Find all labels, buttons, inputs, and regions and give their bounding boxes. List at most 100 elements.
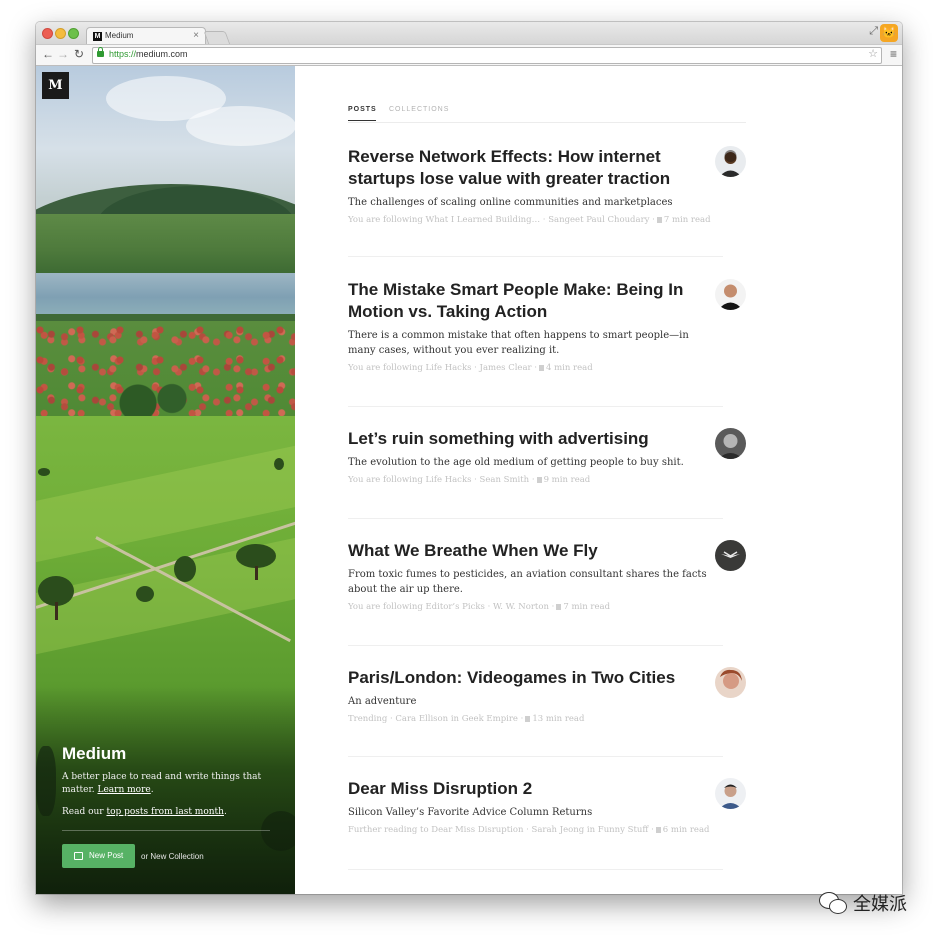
post-divider: [348, 756, 723, 757]
author-avatar[interactable]: [715, 428, 746, 459]
bookmark-icon: [556, 604, 562, 610]
watermark: 全媒派: [819, 891, 907, 915]
medium-favicon-icon: M: [93, 32, 102, 41]
post-item[interactable]: What We Breathe When We Fly From toxic f…: [348, 540, 746, 612]
sidebar-divider: [62, 830, 270, 831]
main-feed: POSTS COLLECTIONS Reverse Network Effect…: [295, 66, 902, 894]
author-avatar[interactable]: [715, 279, 746, 310]
fullscreen-icon[interactable]: ⤢: [869, 25, 878, 38]
tab-close-icon[interactable]: ×: [193, 30, 199, 41]
read-time: 13 min read: [532, 714, 585, 724]
tree: [136, 586, 154, 602]
read-suffix: .: [223, 807, 227, 817]
post-meta-text: You are following What I Learned Buildin…: [348, 215, 655, 225]
back-icon[interactable]: ←: [42, 47, 54, 61]
post-item[interactable]: Paris/London: Videogames in Two Cities A…: [348, 667, 746, 724]
post-meta: You are following Life Hacks · James Cle…: [348, 363, 746, 373]
wechat-icon: [819, 892, 847, 914]
tree-trunk: [55, 602, 58, 620]
learn-more-link[interactable]: Learn more: [98, 785, 151, 795]
url-scheme: https://: [109, 49, 137, 59]
title-bar: M Medium × ⤢ 🐱: [36, 22, 902, 45]
post-meta: You are following What I Learned Buildin…: [348, 215, 746, 225]
post-meta-text: You are following Life Hacks · Sean Smit…: [348, 475, 535, 485]
post-title[interactable]: The Mistake Smart People Make: Being In …: [348, 279, 708, 323]
author-avatar[interactable]: [715, 778, 746, 809]
read-time: 7 min read: [663, 215, 711, 225]
browser-window: M Medium × ⤢ 🐱 ← → ↻ https://medium.com …: [36, 22, 902, 894]
post-subtitle: From toxic fumes to pesticides, an aviat…: [348, 569, 707, 595]
tabs-divider: [348, 122, 746, 123]
post-subtitle: An adventure: [348, 696, 417, 707]
tagline-text: A better place to read and write things …: [62, 772, 262, 795]
browser-tab[interactable]: M Medium ×: [86, 27, 206, 45]
post-title[interactable]: What We Breathe When We Fly: [348, 540, 708, 562]
bookmark-icon: [655, 827, 661, 833]
medium-logo[interactable]: M: [42, 72, 69, 99]
user-profile-icon[interactable]: 🐱: [880, 24, 898, 42]
new-tab-button[interactable]: [203, 31, 231, 45]
post-meta: You are following Life Hacks · Sean Smit…: [348, 475, 746, 485]
star-icon[interactable]: ☆: [868, 47, 878, 60]
post-title[interactable]: Let’s ruin something with advertising: [348, 428, 708, 450]
post-title[interactable]: Dear Miss Disruption 2: [348, 778, 708, 800]
read-prefix: Read our: [62, 807, 107, 817]
reload-icon[interactable]: ↻: [74, 47, 84, 61]
top-posts-link[interactable]: top posts from last month: [106, 807, 224, 817]
tagline-end: .: [150, 785, 154, 795]
tree: [274, 458, 284, 470]
post-meta: You are following Editor’s Picks · W. W.…: [348, 602, 746, 612]
tree-cluster: [36, 376, 206, 421]
forward-icon[interactable]: →: [57, 47, 69, 61]
post-subtitle: There is a common mistake that often hap…: [348, 330, 689, 356]
url-host: medium.com: [136, 49, 188, 59]
maximize-window-button[interactable]: [68, 28, 79, 39]
author-avatar[interactable]: [715, 667, 746, 698]
bookmark-icon: [656, 217, 662, 223]
post-item[interactable]: Dear Miss Disruption 2 Silicon Valley’s …: [348, 778, 746, 835]
brand-tagline: A better place to read and write things …: [62, 771, 272, 797]
post-divider: [348, 645, 723, 646]
tree: [38, 468, 50, 476]
minimize-window-button[interactable]: [55, 28, 66, 39]
post-meta-text: You are following Editor’s Picks · W. W.…: [348, 602, 555, 612]
bookmark-icon: [538, 365, 544, 371]
close-window-button[interactable]: [42, 28, 53, 39]
new-collection-link[interactable]: or New Collection: [141, 852, 204, 861]
tree-trunk: [255, 566, 258, 580]
post-item[interactable]: Reverse Network Effects: How internet st…: [348, 146, 746, 225]
post-divider: [348, 406, 723, 407]
tab-posts[interactable]: POSTS: [348, 106, 377, 113]
new-post-label: New Post: [89, 851, 124, 860]
post-meta-text: You are following Life Hacks · James Cle…: [348, 363, 537, 373]
bookmark-icon: [536, 477, 542, 483]
author-avatar[interactable]: [715, 540, 746, 571]
tree: [236, 544, 276, 568]
read-time: 7 min read: [563, 602, 611, 612]
menu-icon[interactable]: ≡: [890, 47, 897, 61]
bookmark-icon: [525, 716, 531, 722]
post-title[interactable]: Reverse Network Effects: How internet st…: [348, 146, 708, 190]
read-time: 9 min read: [543, 475, 591, 485]
post-meta-text: Trending · Cara Ellison in Geek Empire ·: [348, 714, 524, 724]
post-title[interactable]: Paris/London: Videogames in Two Cities: [348, 667, 708, 689]
new-post-button[interactable]: New Post: [62, 844, 135, 868]
post-meta: Trending · Cara Ellison in Geek Empire ·…: [348, 714, 746, 724]
post-subtitle: Silicon Valley’s Favorite Advice Column …: [348, 807, 593, 818]
address-bar[interactable]: https://medium.com ☆: [92, 47, 882, 64]
post-divider: [348, 869, 723, 870]
read-time: 6 min read: [662, 825, 710, 835]
author-avatar[interactable]: [715, 146, 746, 177]
far-fields: [36, 214, 295, 274]
lake: [36, 273, 295, 317]
post-item[interactable]: The Mistake Smart People Make: Being In …: [348, 279, 746, 373]
post-item[interactable]: Let’s ruin something with advertising Th…: [348, 428, 746, 485]
tab-collections[interactable]: COLLECTIONS: [389, 106, 449, 113]
post-divider: [348, 518, 723, 519]
active-tab-underline: [348, 120, 376, 121]
browser-toolbar: ← → ↻ https://medium.com ☆ ≡: [36, 44, 902, 66]
post-divider: [348, 256, 723, 257]
read-time: 4 min read: [545, 363, 593, 373]
tree: [174, 556, 196, 582]
compose-icon: [74, 852, 83, 860]
